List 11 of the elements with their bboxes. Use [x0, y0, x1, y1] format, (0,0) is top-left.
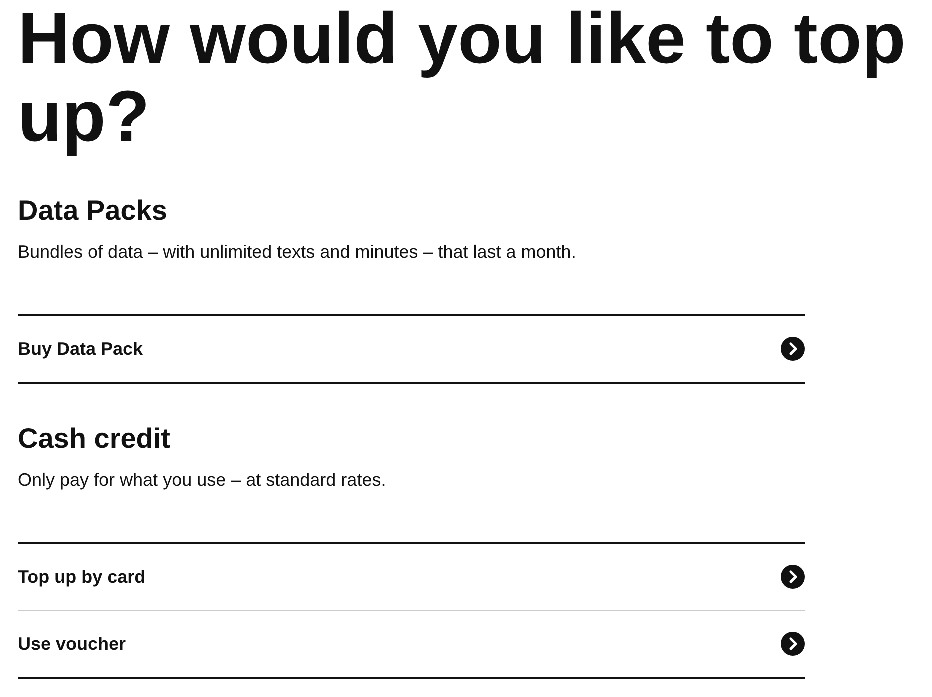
section-title: Cash credit [18, 422, 172, 456]
option-link[interactable]: Use voucher [18, 610, 805, 677]
section-description: Only pay for what you use – at standard rates. [18, 469, 388, 492]
section-description: Bundles of data – with unlimited texts and minutes – that last a month. [18, 241, 578, 264]
section-title: Data Packs [18, 194, 168, 228]
option-link[interactable]: Top up by card [18, 544, 805, 610]
page-heading: How would you like to top up? [18, 0, 907, 156]
option-link[interactable]: Buy Data Pack [18, 316, 805, 382]
chevron-right-icon [781, 337, 805, 361]
chevron-right-icon [781, 632, 805, 656]
chevron-right-icon [781, 565, 805, 589]
